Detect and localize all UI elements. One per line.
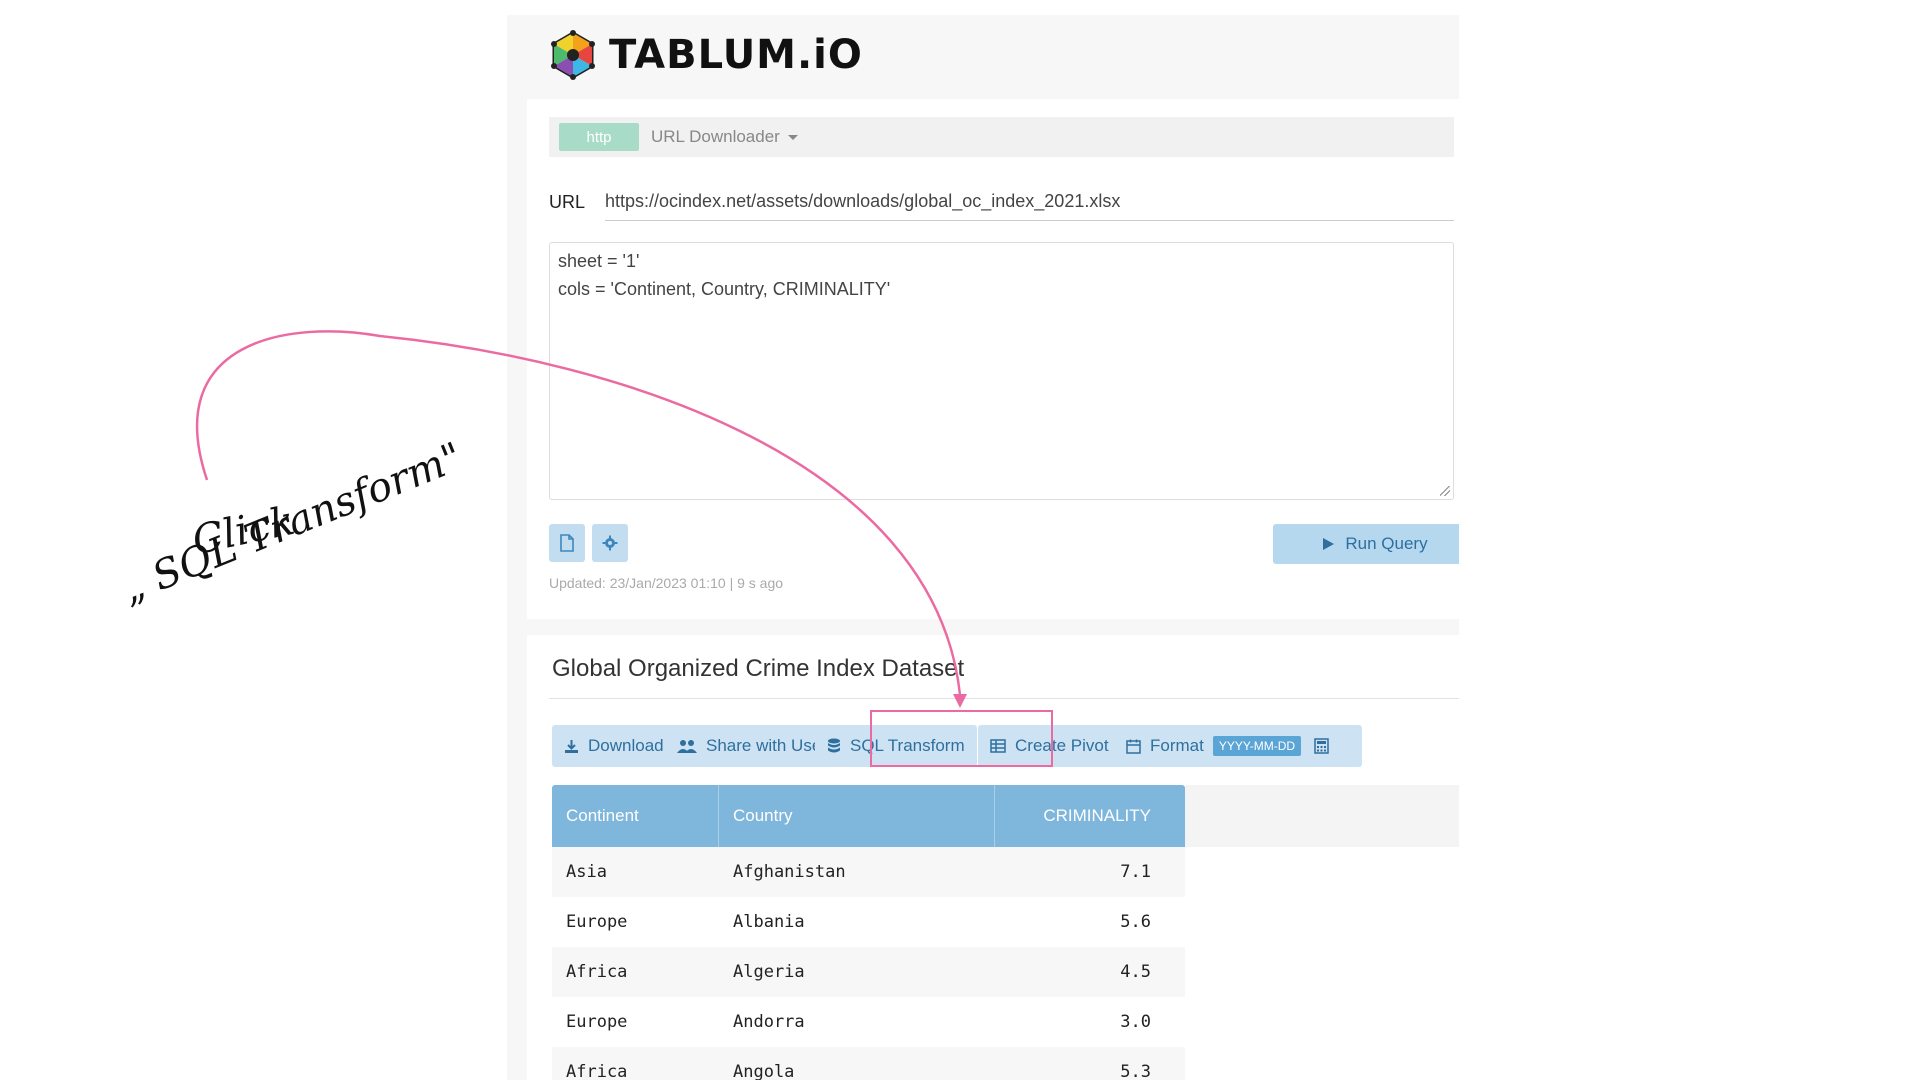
url-row: URL <box>549 183 1454 221</box>
table-header: Continent Country CRIMINALITY <box>552 785 1185 847</box>
download-button[interactable]: Download <box>552 725 676 767</box>
table-header-extension <box>1185 785 1459 847</box>
share-with-user-button[interactable]: Share with User <box>665 725 839 767</box>
cell-criminality: 3.0 <box>1120 1012 1151 1032</box>
run-query-button[interactable]: Run Query <box>1273 524 1459 564</box>
dataset-card: Global Organized Crime Index Dataset Dow… <box>527 635 1459 1080</box>
cell-continent: Africa <box>566 1062 628 1080</box>
annotation-text-line-2: „ SQL Transform" <box>115 433 469 613</box>
run-query-label: Run Query <box>1345 534 1428 553</box>
dataset-title: Global Organized Crime Index Dataset <box>552 655 965 682</box>
play-icon <box>1323 538 1335 550</box>
new-file-button[interactable] <box>549 524 585 562</box>
share-label: Share with User <box>706 736 827 755</box>
cell-country: Angola <box>733 1062 795 1080</box>
query-editor[interactable]: sheet = '1' cols = 'Continent, Country, … <box>549 242 1454 500</box>
connector-dropdown[interactable]: URL Downloader <box>651 127 798 147</box>
file-icon <box>560 534 574 552</box>
download-label: Download <box>588 736 664 755</box>
connector-name: URL Downloader <box>651 127 780 146</box>
cell-continent: Africa <box>566 962 628 982</box>
calculator-icon <box>1314 738 1329 754</box>
logo: TABLUM.iO <box>547 15 863 95</box>
database-icon <box>828 738 840 753</box>
cell-criminality: 7.1 <box>1120 862 1151 882</box>
table-row: Europe Andorra 3.0 <box>552 997 1185 1047</box>
cell-country: Albania <box>733 912 805 932</box>
app-window: TABLUM.iO http URL Downloader URL sheet … <box>507 15 1459 1080</box>
cell-continent: Europe <box>566 912 628 932</box>
logo-icon <box>551 30 595 80</box>
table-row: Europe Albania 5.6 <box>552 897 1185 947</box>
users-icon <box>677 739 697 753</box>
cell-criminality: 4.5 <box>1120 962 1151 982</box>
url-label: URL <box>549 191 586 212</box>
logo-text: TABLUM.iO <box>609 32 863 78</box>
cell-country: Afghanistan <box>733 862 846 882</box>
column-header-country[interactable]: Country <box>719 785 995 847</box>
url-input[interactable] <box>605 183 1454 221</box>
query-line-2: cols = 'Continent, Country, CRIMINALITY' <box>558 279 891 299</box>
table-row: Asia Afghanistan 7.1 <box>552 847 1185 897</box>
calendar-icon <box>1126 739 1141 754</box>
connector-selector[interactable]: http URL Downloader <box>549 117 1454 157</box>
table-row: Africa Algeria 4.5 <box>552 947 1185 997</box>
query-card: http URL Downloader URL sheet = '1' cols… <box>527 99 1459 619</box>
query-line-1: sheet = '1' <box>558 251 640 271</box>
cell-continent: Asia <box>566 862 607 882</box>
cell-country: Andorra <box>733 1012 805 1032</box>
chevron-down-icon <box>787 134 798 140</box>
format-button[interactable]: Format YYYY-MM-DD <box>1114 725 1314 767</box>
cell-continent: Europe <box>566 1012 628 1032</box>
settings-button[interactable] <box>592 524 628 562</box>
resize-handle[interactable] <box>1440 486 1450 496</box>
format-badge: YYYY-MM-DD <box>1212 736 1302 756</box>
highlight-box <box>870 710 1053 767</box>
column-header-continent[interactable]: Continent <box>552 785 719 847</box>
updated-status: Updated: 23/Jan/2023 01:10 | 9 s ago <box>549 575 784 591</box>
calculator-button[interactable] <box>1302 725 1362 767</box>
cell-country: Algeria <box>733 962 805 982</box>
column-header-criminality[interactable]: CRIMINALITY <box>995 785 1185 847</box>
table-row: Africa Angola 5.3 <box>552 1047 1185 1080</box>
gear-icon <box>602 535 618 551</box>
data-table: Continent Country CRIMINALITY Asia Afgha… <box>552 785 1185 1080</box>
cell-criminality: 5.6 <box>1120 912 1151 932</box>
divider <box>549 698 1459 699</box>
http-badge: http <box>559 123 639 151</box>
cell-criminality: 5.3 <box>1120 1062 1151 1080</box>
table-body: Asia Afghanistan 7.1 Europe Albania 5.6 … <box>552 847 1185 1080</box>
download-icon <box>565 739 578 753</box>
format-label: Format <box>1150 736 1204 755</box>
